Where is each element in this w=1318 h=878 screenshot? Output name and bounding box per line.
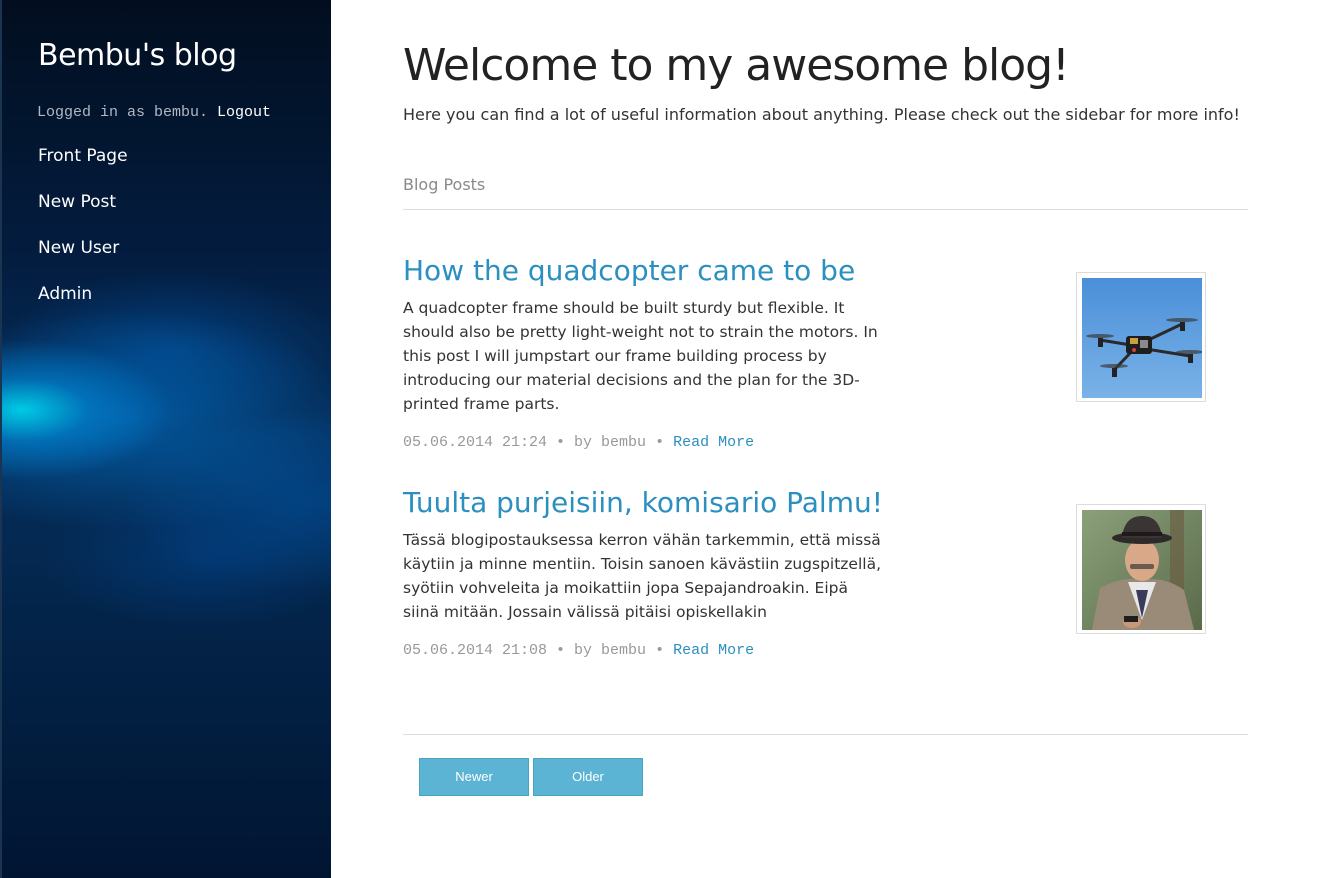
man-in-hat-photo-icon: [1082, 510, 1202, 630]
quadcopter-photo-icon: [1082, 278, 1202, 398]
nav-item-admin[interactable]: Admin: [38, 282, 128, 328]
post-date: 05.06.2014 21:24: [403, 434, 548, 451]
login-status-text: Logged in as bembu.: [37, 104, 209, 121]
sidebar: Bembu's blog Logged in as bembu. Logout …: [0, 0, 331, 878]
intro-text: Here you can find a lot of useful inform…: [403, 105, 1240, 124]
read-more-link[interactable]: Read More: [673, 434, 754, 451]
post-thumbnail[interactable]: [1076, 504, 1206, 634]
post-title[interactable]: Tuulta purjeisiin, komisario Palmu!: [403, 486, 883, 519]
post-meta: 05.06.2014 21:08 • by bembu • Read More: [403, 642, 754, 659]
post-excerpt: Tässä blogipostauksessa kerron vähän tar…: [403, 531, 882, 621]
nav-item-new-user[interactable]: New User: [38, 236, 128, 282]
page-title: Welcome to my awesome blog!: [403, 40, 1070, 91]
section-heading: Blog Posts: [403, 175, 486, 194]
read-more-link[interactable]: Read More: [673, 642, 754, 659]
newer-button[interactable]: Newer: [419, 758, 529, 796]
nav-item-new-post[interactable]: New Post: [38, 190, 128, 236]
post-meta: 05.06.2014 21:24 • by bembu • Read More: [403, 434, 754, 451]
post-thumbnail[interactable]: [1076, 272, 1206, 402]
logout-link[interactable]: Logout: [217, 104, 271, 121]
post-title[interactable]: How the quadcopter came to be: [403, 254, 855, 287]
older-button[interactable]: Older: [533, 758, 643, 796]
nav-item-front-page[interactable]: Front Page: [38, 144, 128, 190]
divider: [403, 734, 1248, 735]
blog-title[interactable]: Bembu's blog: [38, 38, 237, 73]
post-excerpt: A quadcopter frame should be built sturd…: [403, 299, 878, 413]
divider: [403, 209, 1248, 210]
sidebar-nav: Front Page New Post New User Admin: [38, 144, 128, 328]
post-author: • by bembu •: [556, 434, 665, 451]
login-status: Logged in as bembu. Logout: [37, 104, 271, 121]
post-date: 05.06.2014 21:08: [403, 642, 548, 659]
post-author: • by bembu •: [556, 642, 665, 659]
